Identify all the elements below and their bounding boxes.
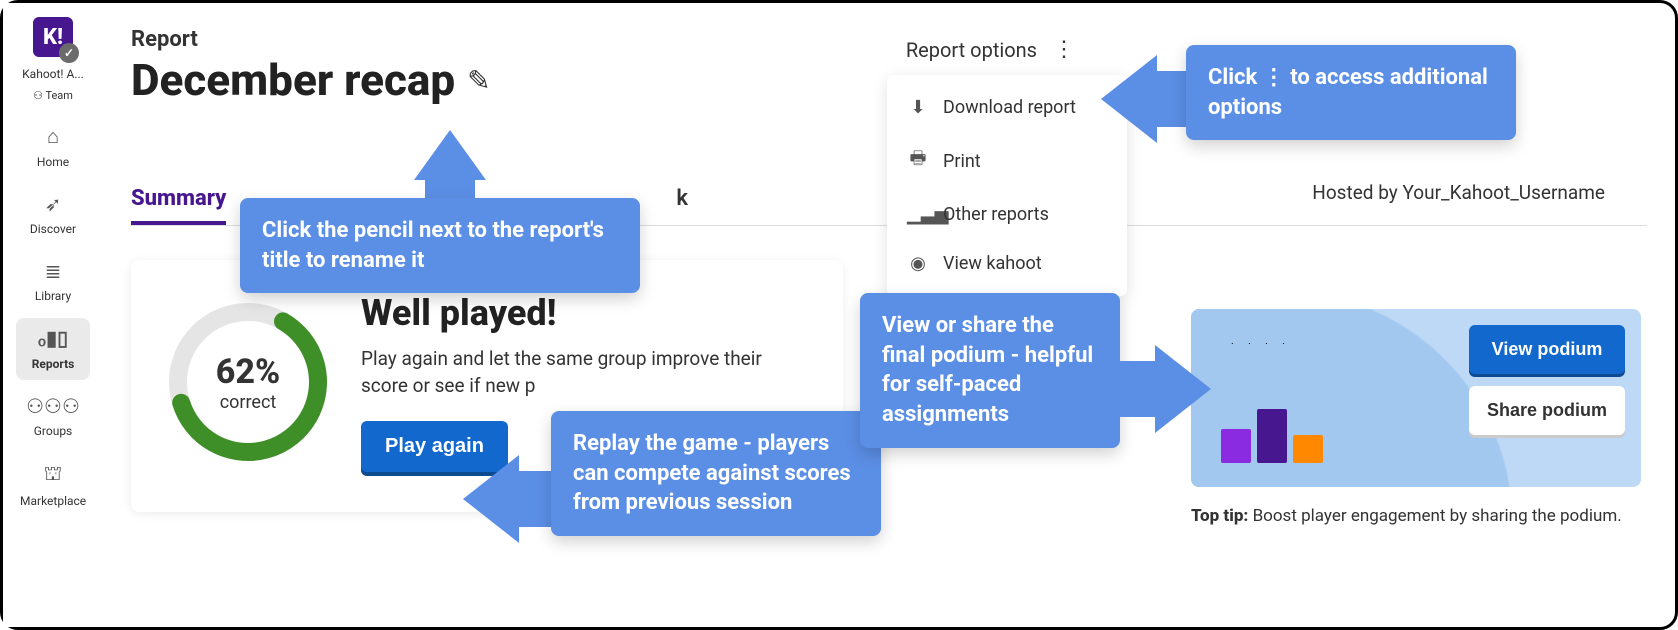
kebab-icon[interactable]: ⋮ [1053,37,1075,62]
menu-other-reports[interactable]: ▁▃▅ Other reports [887,190,1127,239]
menu-label: Other reports [943,204,1049,225]
other-reports-icon: ▁▃▅ [907,204,929,225]
nav-label: Home [37,155,69,169]
nav-groups[interactable]: ⚇⚇⚇ Groups [16,386,90,447]
library-icon: ≣ [20,259,86,283]
callout-kebab: Click ⋮ to access additional options [1186,45,1516,140]
view-podium-button[interactable]: View podium [1469,325,1625,374]
sidebar: K! ✓ Kahoot! A... ⚇ Team ⌂ Home ➶ Discov… [3,3,103,627]
podium-art [1221,409,1323,463]
options-menu: ⬇ Download report 🖶 Print ▁▃▅ Other repo… [887,75,1127,296]
podium-block-3 [1293,435,1323,463]
arrow-up-icon [414,130,486,180]
nav-label: Groups [34,424,73,438]
brand-label: Kahoot! A... [22,67,84,81]
menu-download-report[interactable]: ⬇ Download report [887,83,1127,132]
nav-label: Marketplace [20,494,86,508]
nav-home[interactable]: ⌂ Home [16,116,90,178]
ring-center: 62% correct [163,297,333,467]
podium-block-2 [1221,429,1251,463]
menu-print[interactable]: 🖶 Print [887,132,1127,190]
nav-library[interactable]: ≣ Library [16,251,90,312]
home-icon: ⌂ [20,124,86,149]
nav-discover[interactable]: ➶ Discover [16,184,90,245]
report-options: Report options ⋮ [906,37,1075,62]
tab-summary[interactable]: Summary [131,176,226,225]
menu-label: Download report [943,97,1076,118]
podium-card: · · · · View podium Share podium [1191,309,1641,487]
download-icon: ⬇ [907,97,929,118]
menu-label: Print [943,151,981,172]
top-tip-body: Boost player engagement by sharing the p… [1248,506,1621,526]
correct-label: correct [220,392,277,413]
nav-reports[interactable]: ₒ▮▯ Reports [16,318,90,380]
arrow-left-icon [463,455,519,543]
callout-replay-arrow [463,455,563,543]
arrow-left-icon [1101,55,1157,143]
verified-check-icon: ✓ [59,43,79,63]
menu-label: View kahoot [943,253,1042,274]
hosted-by: Hosted by Your_Kahoot_Username [1312,181,1605,204]
arrow-right-icon [1155,345,1211,433]
marketplace-icon: ⛫ [20,461,86,488]
correct-percent: 62% [216,352,280,392]
tab-partial[interactable]: k [676,176,688,225]
callout-podium: View or share the final podium - helpful… [860,293,1120,448]
confetti-icon: · · · · [1231,339,1291,350]
brand-team: ⚇ Team [33,89,73,102]
podium-block-1 [1257,409,1287,463]
arrow-right-tail [1111,361,1155,417]
card-heading: Well played! [361,292,791,334]
correct-ring: 62% correct [163,297,333,467]
groups-icon: ⚇⚇⚇ [20,394,86,418]
top-tip: Top tip: Boost player engagement by shar… [1191,505,1641,529]
card-text: Play again and let the same group improv… [361,346,791,399]
report-options-label: Report options [906,38,1037,62]
nav-marketplace[interactable]: ⛫ Marketplace [16,453,90,517]
share-podium-button[interactable]: Share podium [1469,386,1625,435]
nav-label: Library [35,289,71,303]
brand-logo[interactable]: K! ✓ [33,17,73,57]
menu-view-kahoot[interactable]: ◉ View kahoot [887,239,1127,288]
nav-label: Discover [30,222,76,236]
report-title: December recap [131,54,455,106]
callout-replay: Replay the game - players can compete ag… [551,411,881,536]
reports-icon: ₒ▮▯ [20,326,86,351]
pencil-icon[interactable]: ✎ [467,64,490,97]
view-kahoot-icon: ◉ [907,253,929,274]
callout-pencil: Click the pencil next to the report's ti… [240,198,640,293]
callout-podium-arrow [1111,345,1211,433]
nav-label: Reports [32,357,75,371]
print-icon: 🖶 [907,146,929,176]
top-tip-prefix: Top tip: [1191,506,1248,526]
discover-icon: ➶ [20,192,86,216]
podium-buttons: View podium Share podium [1469,325,1625,435]
